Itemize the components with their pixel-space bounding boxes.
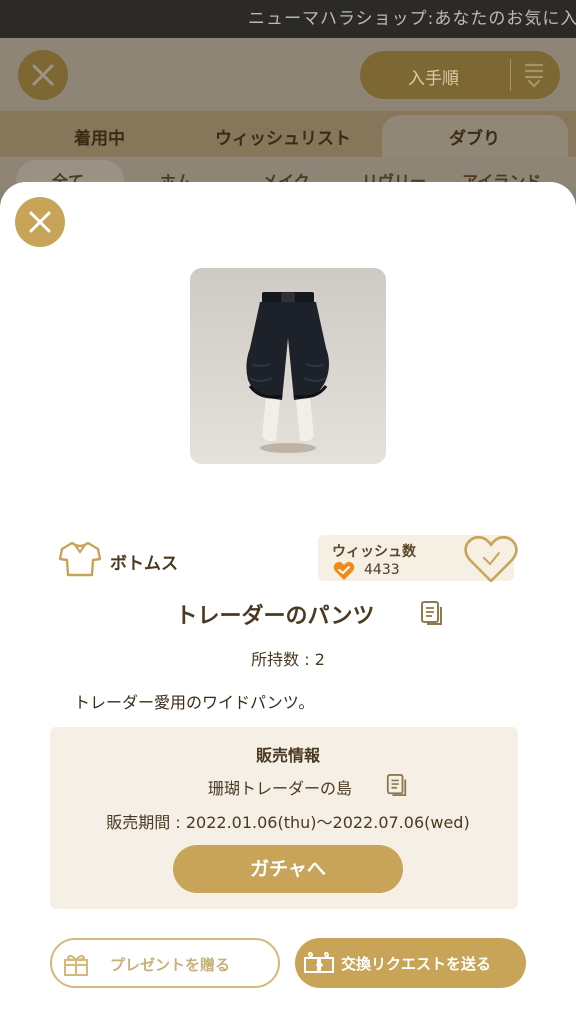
owned-count: 所持数 : 2 [251,650,325,669]
pants-illustration [246,292,329,453]
wish-title: ウィッシュ数 [332,544,416,560]
document-icon[interactable] [420,600,444,626]
background-close-button [18,50,68,100]
sort-order-icon [524,63,544,88]
document-icon[interactable] [386,772,408,798]
tab-wishlist: ウィッシュリスト [215,129,351,149]
shirt-icon [58,541,102,577]
sale-location: 珊瑚トレーダーの島 [208,779,353,798]
exchange-label: 交換リクエストを送る [341,955,492,973]
exchange-request-button[interactable]: 交換リクエストを送る [295,938,526,988]
close-button[interactable] [15,197,65,247]
tab-wearing: 着用中 [74,129,125,149]
sort-button: 入手順 [360,51,560,99]
heart-icon [464,535,518,583]
item-image [190,268,386,464]
wishlist-toggle-button[interactable] [462,533,520,585]
sale-period: 販売期間 : 2022.01.06(thu)〜2022.07.06(wed) [106,813,470,832]
wish-count: 4433 [364,562,400,578]
close-icon [32,64,54,86]
heart-check-icon [333,561,355,580]
announcement-ticker: ニューマハラショップ:あなたのお気に入 [0,0,576,38]
present-button[interactable]: プレゼントを贈る [50,938,280,988]
present-label: プレゼントを贈る [110,956,231,974]
gift-icon [64,954,88,976]
close-icon [29,211,51,233]
item-name: トレーダーのパンツ [175,604,375,629]
category-label: ボトムス [110,554,178,574]
gacha-button[interactable]: ガチャへ [173,845,403,893]
item-description: トレーダー愛用のワイドパンツ。 [74,693,315,712]
tab-duplicates: ダブり [449,129,500,149]
sort-divider [510,59,511,91]
exchange-icon [304,951,334,973]
sort-label: 入手順 [408,69,459,89]
sale-info-title: 販売情報 [255,746,320,765]
